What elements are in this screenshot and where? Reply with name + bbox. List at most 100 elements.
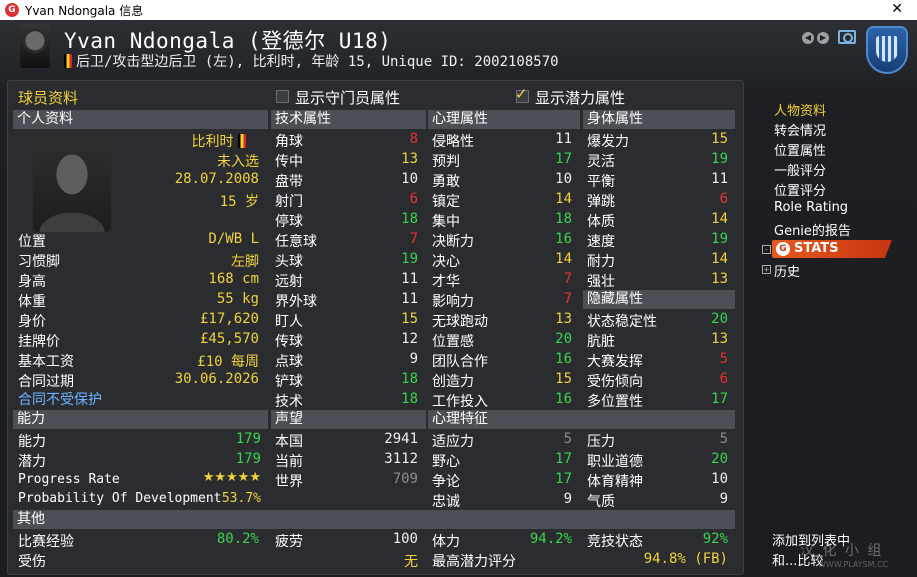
personal-row-value: 55 kg xyxy=(216,291,259,307)
mental-attr-label: 预判 xyxy=(432,154,460,170)
prev-player-icon[interactable]: ◀ xyxy=(802,32,814,44)
hidden-attr-value: 6 xyxy=(719,371,728,387)
trait-right-value: 20 xyxy=(711,451,728,467)
side-item-6[interactable]: Genie的报告 xyxy=(774,220,851,239)
hidden-attr-label: 受伤倾向 xyxy=(587,374,643,390)
stats-label: STATS xyxy=(794,241,839,256)
trait-left-label: 忠诚 xyxy=(432,494,460,510)
player-header: Yvan Ndongala (登德尔 U18) 后卫/攻击型边后卫 (左), 比… xyxy=(0,20,917,78)
technical-attr-label: 头球 xyxy=(275,254,303,270)
side-item-5[interactable]: Role Rating xyxy=(774,200,848,215)
trait-left-value: 17 xyxy=(555,471,572,487)
close-icon[interactable]: ✕ xyxy=(891,1,903,17)
side-item-3[interactable]: 一般评分 xyxy=(774,160,826,179)
personal-row-value: £17,620 xyxy=(199,311,259,327)
personal-row-value: 168 cm xyxy=(208,271,259,287)
technical-attr-label: 盘带 xyxy=(275,174,303,190)
camera-icon[interactable] xyxy=(838,30,856,44)
side-item-1[interactable]: 转会情况 xyxy=(774,120,826,139)
technical-attr-label: 射门 xyxy=(275,194,303,210)
ability-value: 179 xyxy=(235,431,261,447)
personal-row-value: £45,570 xyxy=(199,331,259,347)
mental-attr-label: 影响力 xyxy=(432,294,474,310)
mental-attr-label: 集中 xyxy=(432,214,460,230)
expand-stats-icon[interactable]: - xyxy=(762,245,771,254)
player-portrait xyxy=(33,136,111,232)
physical-attr-label: 强壮 xyxy=(587,274,615,290)
technical-attr-label: 任意球 xyxy=(275,234,317,250)
section-title: 球员资料 xyxy=(18,89,79,107)
app-area: Yvan Ndongala (登德尔 U18) 后卫/攻击型边后卫 (左), 比… xyxy=(0,20,917,577)
physical-attr-label: 耐力 xyxy=(587,254,615,270)
condition-value: 92% xyxy=(702,531,728,547)
technical-attr-value: 12 xyxy=(401,331,418,347)
side-item-0[interactable]: 人物资料 xyxy=(774,100,826,119)
technical-attr-value: 7 xyxy=(409,231,418,247)
mental-attr-value: 18 xyxy=(555,211,572,227)
reputation-row-value: 709 xyxy=(392,471,418,487)
mental-attr-value: 16 xyxy=(555,391,572,407)
physical-header: 身体属性 xyxy=(583,110,735,129)
side-item-history[interactable]: 历史 xyxy=(774,261,800,280)
stats-menu-item[interactable]: G STATS xyxy=(772,240,892,258)
stamina-label: 体力 xyxy=(432,534,460,550)
ability-header: 能力 xyxy=(13,410,268,429)
nationality-value: 比利时 xyxy=(192,131,246,151)
injury-value: 无 xyxy=(404,554,418,570)
watermark: 汉 化 小 组 xyxy=(800,543,884,559)
probability-value: 53.7% xyxy=(221,491,261,506)
physical-attr-value: 11 xyxy=(711,171,728,187)
personal-row-value: 左脚 xyxy=(231,254,259,270)
player-profile-panel: 球员资料 显示守门员属性 ✓ 显示潜力属性 个人资料 技术属性 心理属性 身体属… xyxy=(7,80,744,575)
personal-header: 个人资料 xyxy=(13,110,268,129)
trait-right-label: 体育精神 xyxy=(587,474,643,490)
hidden-attr-value: 13 xyxy=(711,331,728,347)
technical-attr-value: 8 xyxy=(409,131,418,147)
mental-attr-label: 团队合作 xyxy=(432,354,488,370)
technical-attr-label: 停球 xyxy=(275,214,303,230)
watermark-sub: WWW.PLAYSM.CC xyxy=(818,560,889,569)
technical-attr-label: 远射 xyxy=(275,274,303,290)
mental-attr-value: 20 xyxy=(555,331,572,347)
physical-attr-value: 14 xyxy=(711,211,728,227)
mental-attr-value: 15 xyxy=(555,371,572,387)
trait-left-label: 野心 xyxy=(432,454,460,470)
mental-attr-label: 创造力 xyxy=(432,374,474,390)
trait-right-label: 气质 xyxy=(587,494,615,510)
physical-attr-value: 19 xyxy=(711,231,728,247)
mental-attr-value: 10 xyxy=(555,171,572,187)
belgium-flag-icon xyxy=(238,134,246,148)
mental-attr-label: 勇敢 xyxy=(432,174,460,190)
gk-attributes-checkbox[interactable] xyxy=(276,90,289,103)
injury-label: 受伤 xyxy=(18,554,46,570)
contract-note: 合同不受保护 xyxy=(18,392,102,408)
technical-attr-value: 11 xyxy=(401,271,418,287)
belgium-flag-icon xyxy=(64,54,72,68)
mental-attr-label: 无球跑动 xyxy=(432,314,488,330)
physical-attr-value: 14 xyxy=(711,251,728,267)
stamina-value: 94.2% xyxy=(529,531,572,547)
match-exp-value: 80.2% xyxy=(216,531,259,547)
physical-attr-label: 速度 xyxy=(587,234,615,250)
side-item-2[interactable]: 位置属性 xyxy=(774,140,826,159)
mental-attr-value: 13 xyxy=(555,311,572,327)
next-player-icon[interactable]: ▶ xyxy=(817,32,829,44)
personal-row-label: 体重 xyxy=(18,294,46,310)
club-badge-icon xyxy=(866,26,908,74)
physical-attr-label: 平衡 xyxy=(587,174,615,190)
max-potential-value: 94.8% (FB) xyxy=(643,551,728,567)
hidden-header: 隐藏属性 xyxy=(583,290,735,309)
trait-right-value: 10 xyxy=(711,471,728,487)
personal-row-label: 位置 xyxy=(18,234,46,250)
physical-attr-value: 13 xyxy=(711,271,728,287)
expand-history-icon[interactable]: + xyxy=(762,265,771,274)
technical-attr-value: 18 xyxy=(401,391,418,407)
side-item-4[interactable]: 位置评分 xyxy=(774,180,826,199)
selection-value: 未入选 xyxy=(217,154,259,170)
dob-value: 28.07.2008 xyxy=(174,171,259,187)
reputation-row-label: 本国 xyxy=(275,434,303,450)
mental-attr-label: 决心 xyxy=(432,254,460,270)
mental-attr-label: 侵略性 xyxy=(432,134,474,150)
personal-row-label: 身价 xyxy=(18,314,46,330)
personal-row-label: 合同过期 xyxy=(18,374,74,390)
